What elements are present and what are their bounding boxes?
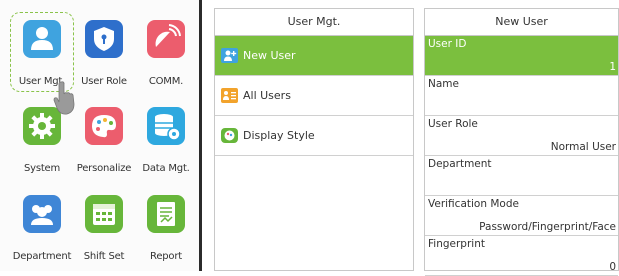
group-icon bbox=[23, 195, 61, 233]
new-user-panel: New User User ID 1 Name User Role Normal… bbox=[424, 8, 619, 276]
menu-item-label: All Users bbox=[243, 89, 291, 102]
menu-tile-label: User Role bbox=[81, 76, 127, 87]
field-label: User Role bbox=[428, 118, 478, 130]
menu-tile-label: System bbox=[23, 163, 61, 174]
field-value: 1 bbox=[609, 61, 616, 73]
menu-tile-label: Data Mgt. bbox=[142, 163, 190, 174]
user-mgt-panel: User Mgt. New User All Users Display Sty… bbox=[214, 8, 414, 271]
menu-tile-label: COMM. bbox=[148, 76, 184, 87]
field-user-role[interactable]: User Role Normal User bbox=[425, 116, 618, 156]
menu-item-display-style[interactable]: Display Style bbox=[215, 116, 413, 156]
user-icon bbox=[23, 20, 61, 58]
field-label: Fingerprint bbox=[428, 238, 485, 250]
field-name[interactable]: Name bbox=[425, 76, 618, 116]
user-list-icon bbox=[221, 87, 238, 103]
menu-tile-user-role[interactable]: User Role bbox=[72, 12, 136, 92]
satellite-dish-icon bbox=[147, 20, 185, 58]
menu-tile-report[interactable]: Report bbox=[134, 187, 198, 267]
field-label: User ID bbox=[428, 38, 467, 50]
menu-tile-label: Personalize bbox=[76, 163, 132, 174]
menu-item-all-users[interactable]: All Users bbox=[215, 76, 413, 116]
menu-tile-label: Department bbox=[12, 251, 72, 262]
field-user-id[interactable]: User ID 1 bbox=[425, 36, 618, 76]
field-value: 0 bbox=[609, 261, 616, 273]
database-gear-icon bbox=[147, 107, 185, 145]
field-label: Department bbox=[428, 158, 492, 170]
menu-tile-personalize[interactable]: Personalize bbox=[72, 99, 136, 179]
menu-item-new-user[interactable]: New User bbox=[215, 36, 413, 76]
calendar-icon bbox=[85, 195, 123, 233]
menu-tile-department[interactable]: Department bbox=[10, 187, 74, 267]
palette-icon bbox=[85, 107, 123, 145]
report-icon bbox=[147, 195, 185, 233]
shield-icon bbox=[85, 20, 123, 58]
panel-title: New User bbox=[425, 9, 618, 36]
field-value: Password/Fingerprint/Face bbox=[479, 221, 616, 233]
field-value: Normal User bbox=[550, 141, 616, 153]
menu-tile-data-mgt[interactable]: Data Mgt. bbox=[134, 99, 198, 179]
field-verification-mode[interactable]: Verification Mode Password/Fingerprint/F… bbox=[425, 196, 618, 236]
main-menu-panel: User Mgt. User Role COMM. System Persona… bbox=[0, 0, 202, 271]
menu-tile-label: Report bbox=[150, 251, 182, 262]
field-fingerprint[interactable]: Fingerprint 0 bbox=[425, 236, 618, 276]
display-style-icon bbox=[221, 127, 238, 143]
field-department[interactable]: Department bbox=[425, 156, 618, 196]
add-user-icon bbox=[221, 47, 238, 63]
menu-tile-shift-set[interactable]: Shift Set bbox=[72, 187, 136, 267]
panel-title: User Mgt. bbox=[215, 9, 413, 36]
menu-tile-label: Shift Set bbox=[83, 251, 125, 262]
pointing-hand-icon bbox=[53, 81, 75, 115]
menu-item-label: Display Style bbox=[243, 129, 315, 142]
field-label: Verification Mode bbox=[428, 198, 519, 210]
menu-item-label: New User bbox=[243, 49, 296, 62]
field-label: Name bbox=[428, 78, 459, 90]
menu-tile-comm[interactable]: COMM. bbox=[134, 12, 198, 92]
